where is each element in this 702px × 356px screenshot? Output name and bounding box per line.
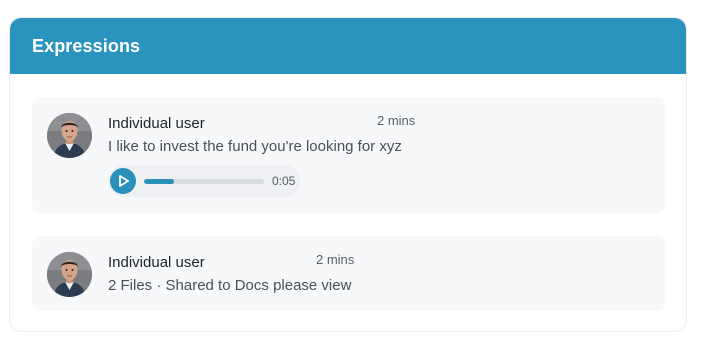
avatar[interactable] [47, 113, 92, 158]
play-button[interactable] [110, 168, 136, 194]
user-avatar-icon [47, 252, 92, 297]
panel-title: Expressions [32, 35, 141, 56]
message-card[interactable]: Individual user 2 mins 2 Files · Shared … [32, 236, 665, 311]
user-avatar-icon [47, 113, 92, 158]
avatar[interactable] [47, 252, 92, 297]
audio-progress-fill [144, 179, 174, 184]
timestamp: 2 mins [316, 252, 355, 267]
message-text: I like to invest the fund you're looking… [108, 138, 402, 155]
message-card[interactable]: Individual user 2 mins I like to invest … [32, 97, 665, 213]
audio-player: 0:05 [108, 165, 300, 197]
message-text: 2 Files · Shared to Docs please view [108, 277, 352, 294]
audio-progress-bar[interactable] [144, 179, 264, 184]
user-name: Individual user [108, 254, 205, 271]
play-icon [119, 175, 129, 187]
user-name: Individual user [108, 115, 205, 132]
audio-duration: 0:05 [272, 174, 296, 188]
panel-header: Expressions [10, 18, 686, 74]
expressions-panel: Expressions Individual user 2 mins I lik… [9, 17, 687, 332]
timestamp: 2 mins [377, 113, 416, 128]
